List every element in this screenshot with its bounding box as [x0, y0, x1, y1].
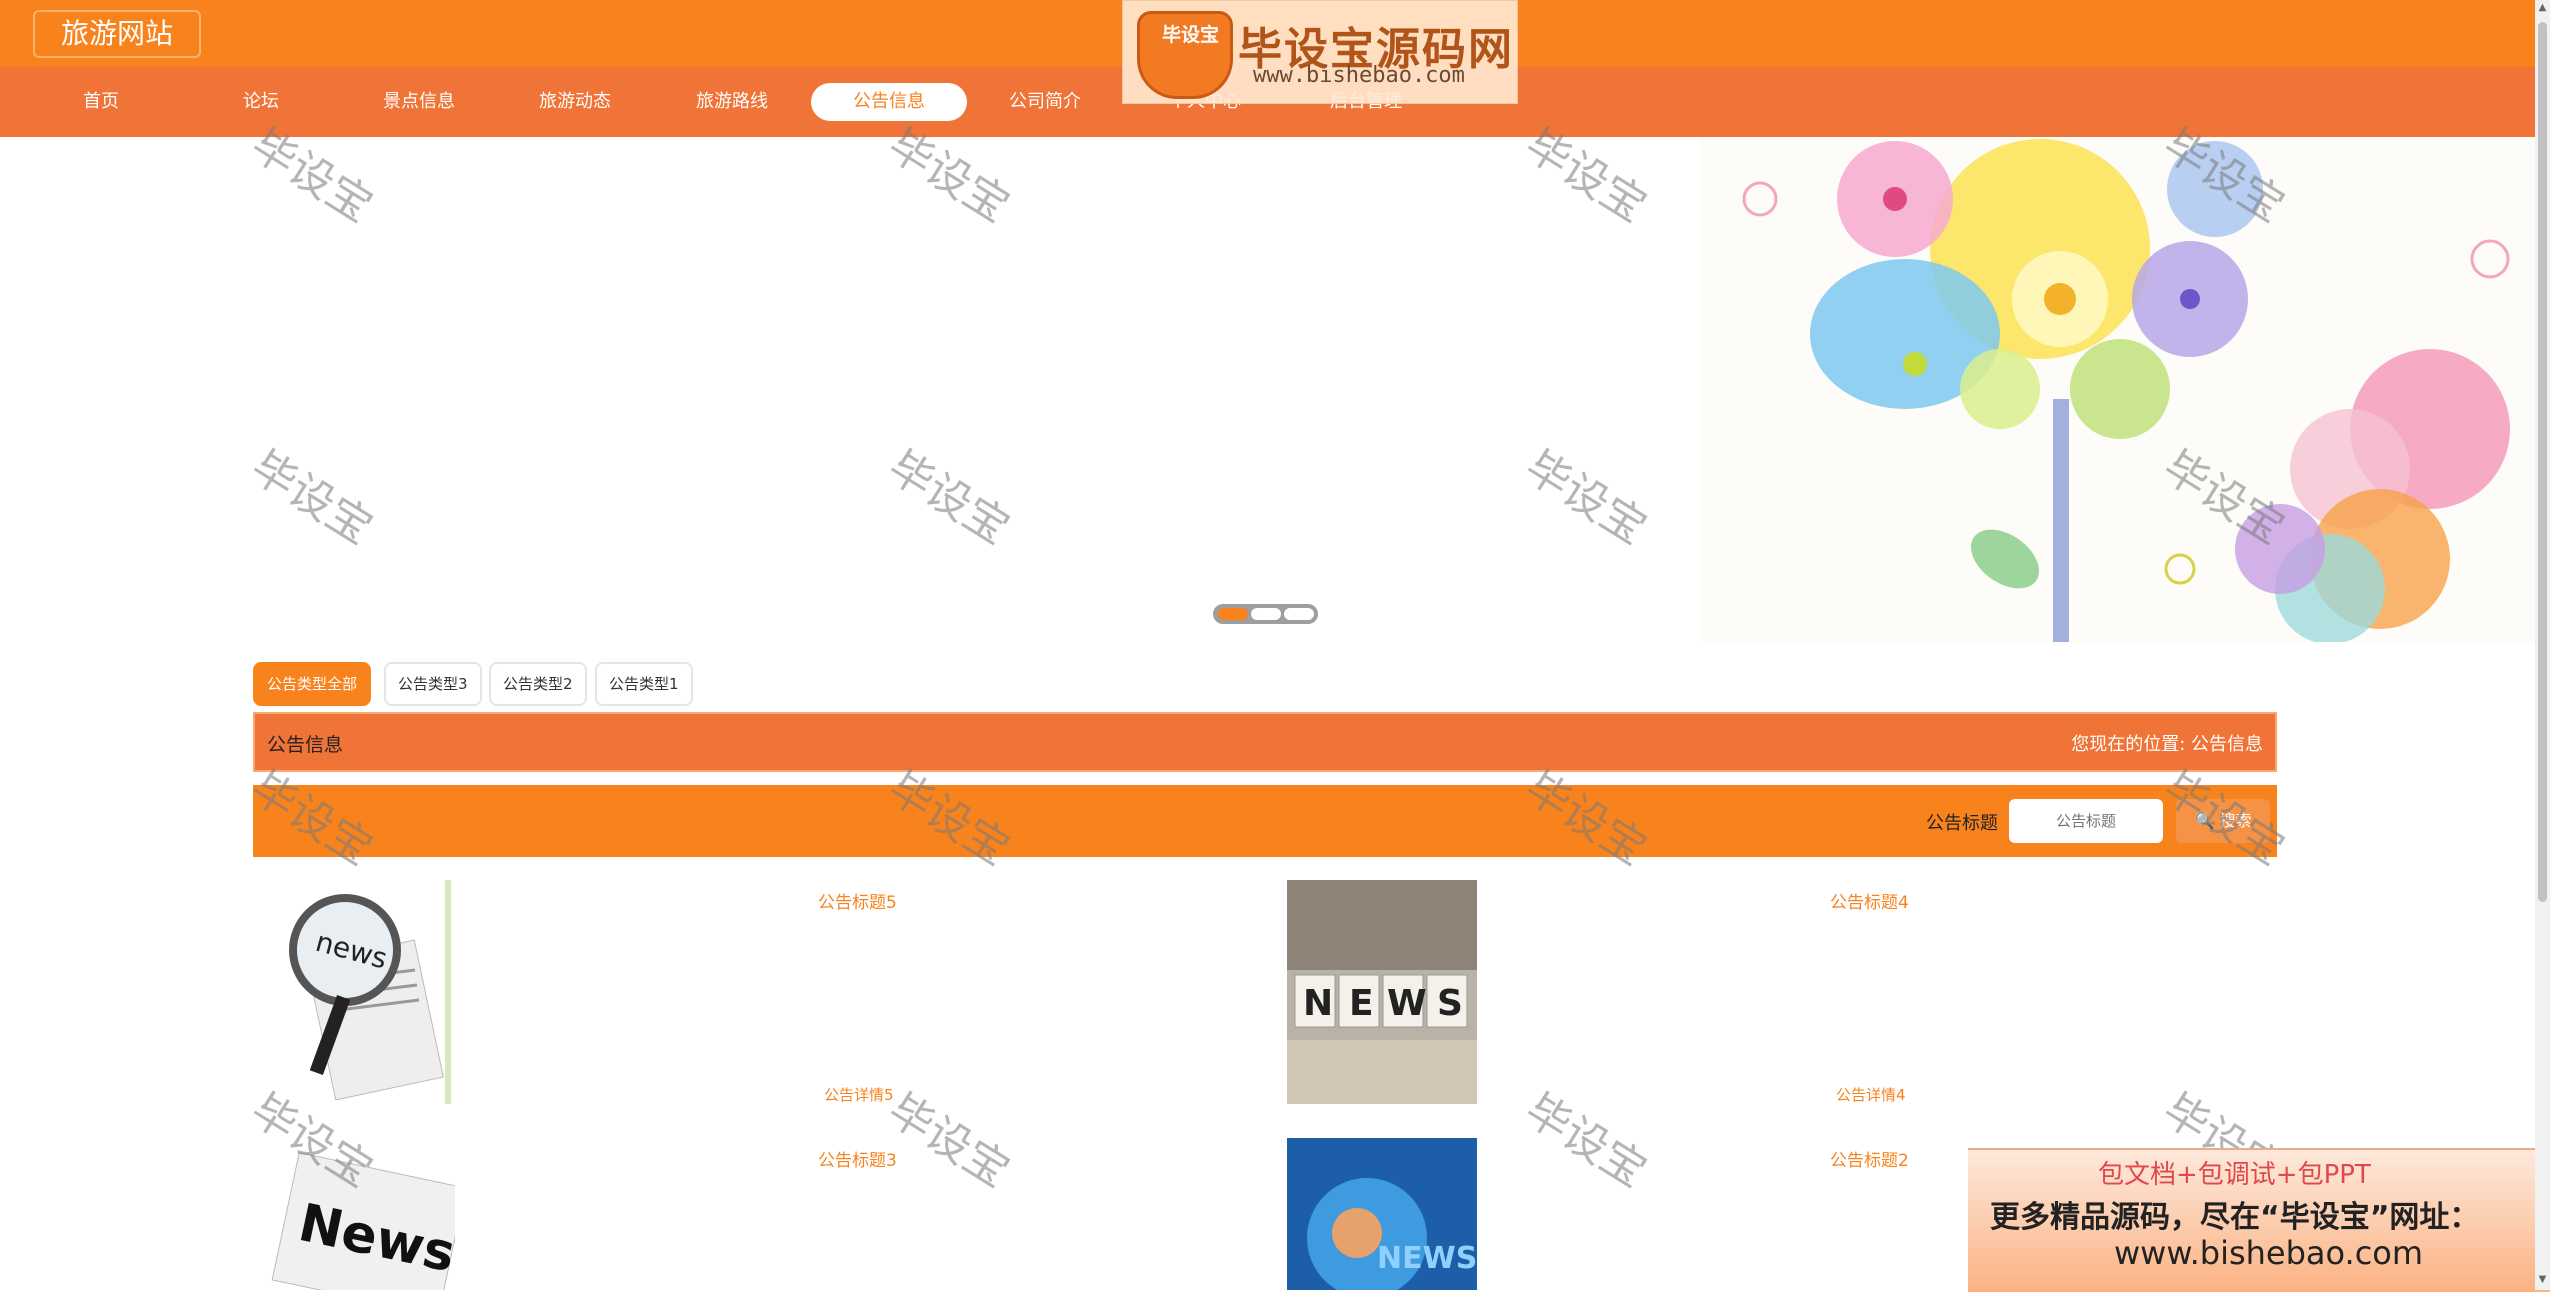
notice-detail-4[interactable]: 公告详情4	[1836, 1084, 1906, 1105]
notice-image-globe[interactable]: NEWS	[1287, 1138, 1477, 1290]
notice-title-2[interactable]: 公告标题2	[1830, 1146, 1909, 1171]
notice-image-magnifier[interactable]: news	[265, 880, 455, 1104]
section-header: 公告信息 您现在的位置: 公告信息	[253, 712, 2277, 772]
site-logo[interactable]: 旅游网站	[33, 10, 202, 58]
search-button-label: 搜索	[2219, 811, 2252, 830]
category-type2[interactable]: 公告类型2	[489, 662, 587, 706]
watermark-logo: 毕设宝 毕设宝源码网 www.bishebao.com	[1122, 0, 1518, 104]
search-icon: 🔍	[2194, 811, 2215, 830]
scroll-up-icon[interactable]: ▲	[2537, 2, 2548, 16]
watermark-text: 毕设宝	[1516, 1084, 1656, 1198]
watermark-badge-text: 毕设宝	[1162, 24, 1220, 46]
carousel-dot-2[interactable]	[1251, 608, 1281, 620]
category-type3[interactable]: 公告类型3	[384, 662, 482, 706]
category-all[interactable]: 公告类型全部	[253, 662, 372, 706]
breadcrumb: 您现在的位置: 公告信息	[2071, 734, 2263, 755]
magnifier-news-icon: news	[265, 880, 455, 1104]
banner-carousel[interactable]	[0, 139, 2535, 642]
promo-banner[interactable]: 包文档+包调试+包PPT 更多精品源码，尽在“毕设宝”网址： www.bishe…	[1968, 1148, 2550, 1292]
notice-detail-5[interactable]: 公告详情5	[824, 1084, 894, 1105]
watermark-badge: 毕设宝	[1137, 11, 1233, 99]
svg-text:N: N	[1303, 983, 1333, 1024]
carousel-dot-1[interactable]	[1218, 608, 1248, 620]
section-title: 公告信息	[267, 734, 344, 756]
search-input[interactable]	[2009, 799, 2163, 843]
vertical-scrollbar[interactable]: ▲ ▼	[2535, 0, 2550, 1290]
nav-item-travel-news[interactable]: 旅游动态	[497, 83, 653, 121]
carousel-indicators	[1213, 604, 1318, 624]
nav-item-about[interactable]: 公司简介	[967, 83, 1123, 121]
watermark-text: 毕设宝	[879, 1084, 1019, 1198]
news-dice-icon: N E W S	[1287, 880, 1477, 1104]
svg-text:E: E	[1349, 983, 1374, 1024]
notice-title-4[interactable]: 公告标题4	[1830, 888, 1909, 913]
svg-text:NEWS: NEWS	[1377, 1241, 1477, 1276]
watermark-url: www.bishebao.com	[1253, 63, 1465, 88]
flower-illustration	[1700, 139, 2535, 642]
nav-item-forum[interactable]: 论坛	[183, 83, 339, 121]
svg-text:S: S	[1437, 983, 1463, 1024]
scroll-down-icon[interactable]: ▼	[2537, 1274, 2548, 1288]
carousel-dot-3[interactable]	[1284, 608, 1314, 620]
notice-image-dice[interactable]: N E W S	[1287, 880, 1477, 1104]
promo-url: www.bishebao.com	[2114, 1234, 2424, 1272]
nav-item-routes[interactable]: 旅游路线	[654, 83, 810, 121]
newspaper-icon: News	[265, 1138, 455, 1290]
nav-item-home[interactable]: 首页	[23, 83, 179, 121]
notice-image-newspaper[interactable]: News	[265, 1138, 455, 1290]
search-label: 公告标题	[1926, 813, 1998, 834]
nav-item-attractions[interactable]: 景点信息	[341, 83, 497, 121]
notice-title-3[interactable]: 公告标题3	[818, 1146, 897, 1171]
scroll-thumb[interactable]	[2538, 22, 2547, 902]
notice-title-5[interactable]: 公告标题5	[818, 888, 897, 913]
news-globe-icon: NEWS	[1287, 1138, 1477, 1290]
promo-line-2: 更多精品源码，尽在“毕设宝”网址：	[1990, 1200, 2480, 1235]
svg-text:W: W	[1387, 983, 1427, 1024]
nav-item-notices[interactable]: 公告信息	[811, 83, 967, 121]
search-bar: 公告标题 🔍 搜索	[253, 785, 2277, 857]
search-button[interactable]: 🔍 搜索	[2176, 799, 2270, 843]
promo-line-1: 包文档+包调试+包PPT	[2098, 1160, 2371, 1190]
category-type1[interactable]: 公告类型1	[595, 662, 693, 706]
